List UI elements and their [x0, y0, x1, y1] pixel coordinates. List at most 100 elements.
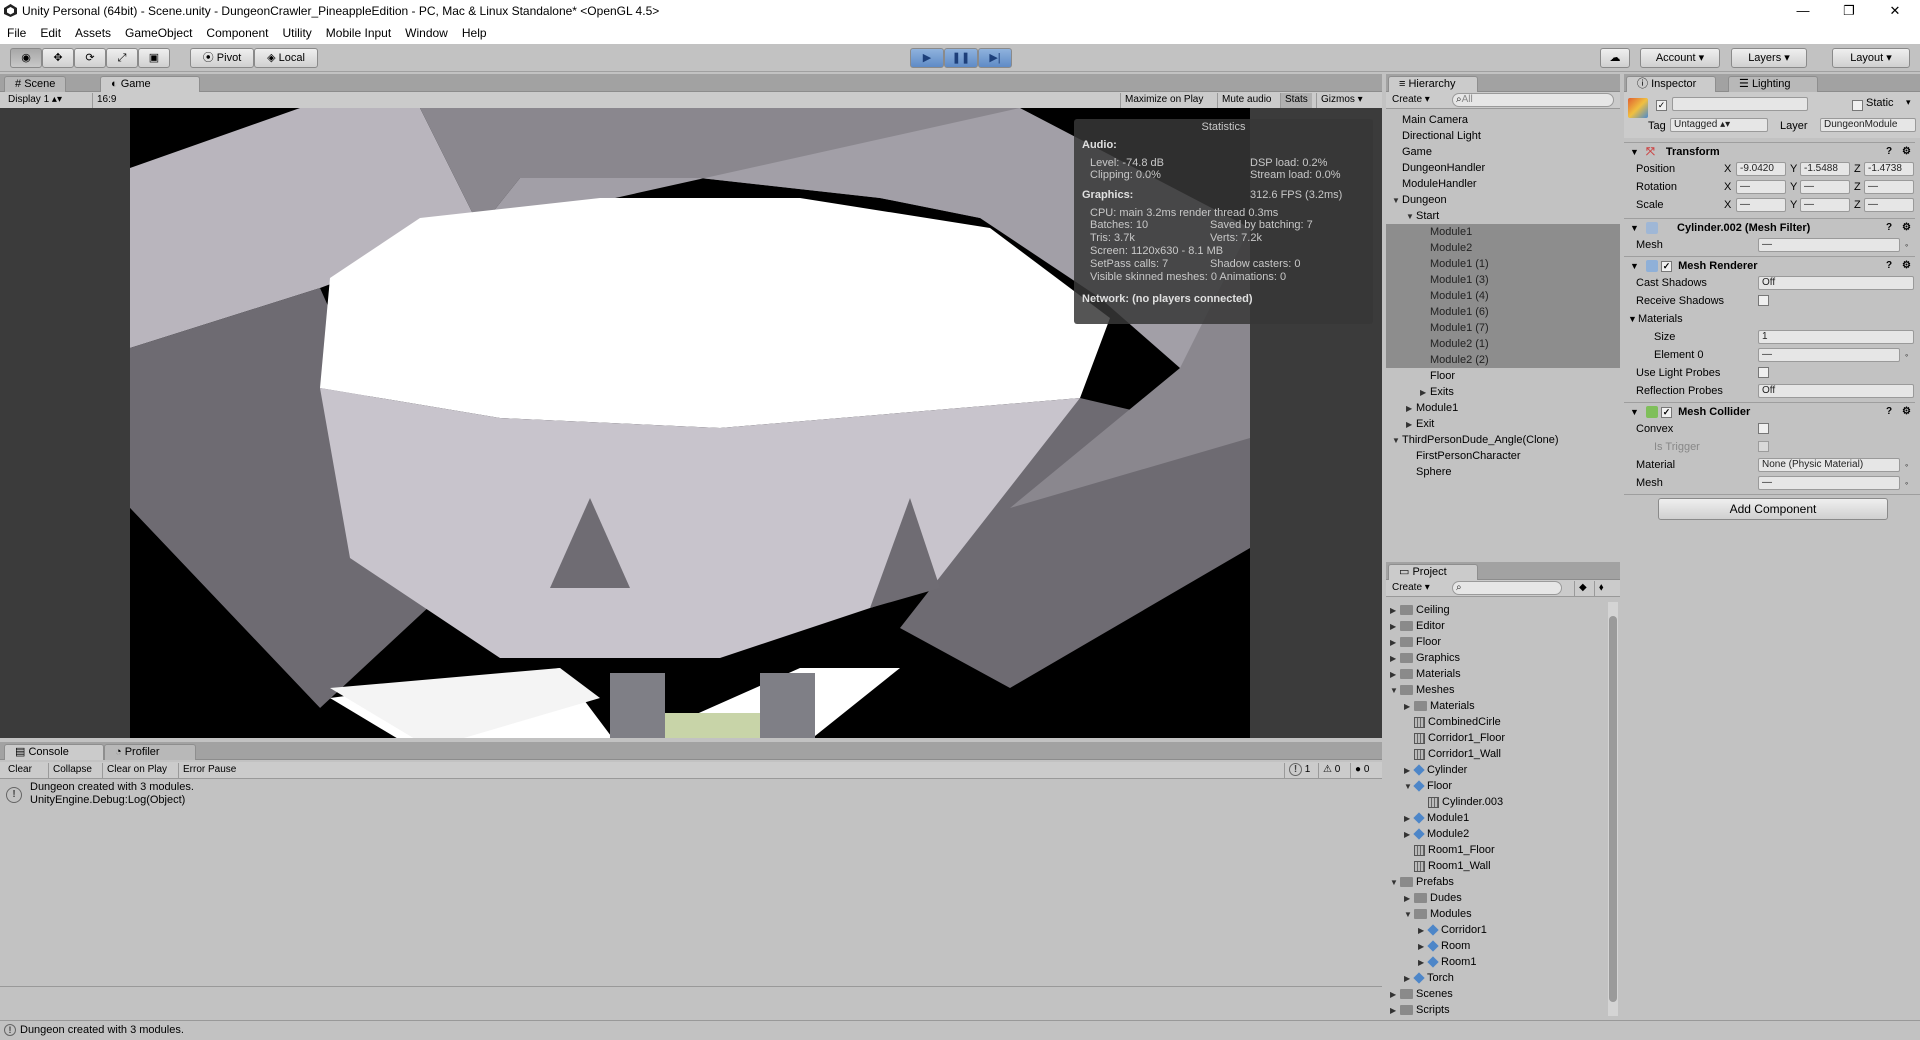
project-item[interactable]: ▶ Materials [1386, 666, 1461, 682]
collapsed-triangle-icon[interactable]: ▶ [1406, 401, 1416, 417]
hierarchy-item[interactable]: ▼ Start [1386, 208, 1620, 224]
layout-dropdown[interactable]: Layout ▾ [1832, 48, 1910, 68]
menu-file[interactable]: File [0, 22, 33, 44]
gizmos-dropdown[interactable]: Gizmos ▾ [1316, 93, 1367, 108]
scale-z-field[interactable]: — [1864, 198, 1914, 212]
stats-toggle[interactable]: Stats [1280, 93, 1312, 108]
status-bar[interactable]: ! Dungeon created with 3 modules. [0, 1020, 1920, 1040]
tab-console[interactable]: ▤ Console [4, 744, 104, 760]
light-probes-checkbox[interactable] [1758, 367, 1769, 378]
tab-inspector[interactable]: ⓘ Inspector [1626, 76, 1716, 92]
rotation-y-field[interactable]: — [1800, 180, 1850, 194]
project-item[interactable]: ▶ Module2 [1386, 826, 1469, 842]
collapsed-triangle-icon[interactable]: ▶ [1390, 987, 1400, 1003]
project-item[interactable]: ▶ Floor [1386, 634, 1441, 650]
hierarchy-item[interactable]: Module2 [1386, 240, 1620, 256]
menu-mobile-input[interactable]: Mobile Input [319, 22, 398, 44]
menu-gameobject[interactable]: GameObject [118, 22, 199, 44]
gear-icon[interactable]: ⚙ [1902, 257, 1911, 275]
hierarchy-item[interactable]: Floor [1386, 368, 1620, 384]
collapsed-triangle-icon[interactable]: ▶ [1404, 891, 1414, 907]
tab-game[interactable]: ◐ Game [100, 76, 200, 92]
collapsed-triangle-icon[interactable]: ▶ [1406, 417, 1416, 433]
position-x-field[interactable]: -9.0420 [1736, 162, 1786, 176]
collapsed-triangle-icon[interactable]: ▶ [1390, 635, 1400, 651]
gear-icon[interactable]: ⚙ [1902, 219, 1911, 237]
tab-project[interactable]: ▭ Project [1388, 564, 1478, 580]
project-item[interactable]: ▶ Corridor1 [1386, 922, 1487, 938]
object-picker-icon[interactable]: ◦ [1905, 346, 1908, 364]
object-picker-icon[interactable]: ◦ [1905, 236, 1908, 254]
rotate-tool-button[interactable]: ⟳ [74, 48, 106, 68]
mesh-filter-header[interactable]: ▼ Cylinder.002 (Mesh Filter) ? ⚙ [1624, 218, 1915, 236]
help-icon[interactable]: ? [1886, 219, 1892, 237]
mesh-collider-header[interactable]: ▼ Mesh Collider ? ⚙ [1624, 402, 1915, 420]
project-item[interactable]: Corridor1_Wall [1386, 746, 1501, 762]
project-scroll-thumb[interactable] [1609, 616, 1617, 1002]
filter-by-label-button[interactable]: ⬧ [1594, 581, 1608, 596]
expanded-triangle-icon[interactable]: ▼ [1404, 907, 1414, 923]
tag-dropdown[interactable]: Untagged ▴▾ [1670, 118, 1768, 132]
cast-shadows-dropdown[interactable]: Off [1758, 276, 1914, 290]
display-dropdown[interactable]: Display 1 ▴▾ [4, 93, 86, 108]
mesh-collider-enabled-checkbox[interactable] [1661, 406, 1673, 418]
account-dropdown[interactable]: Account ▾ [1640, 48, 1720, 68]
menu-help[interactable]: Help [455, 22, 494, 44]
mesh-renderer-header[interactable]: ▼ Mesh Renderer ? ⚙ [1624, 256, 1915, 274]
hierarchy-item[interactable]: Game [1386, 144, 1620, 160]
transform-header[interactable]: ▼ ⤧ Transform ? ⚙ [1624, 142, 1915, 160]
console-log[interactable]: ! Dungeon created with 3 modules. UnityE… [0, 781, 1382, 1016]
tab-hierarchy[interactable]: ≡ Hierarchy [1388, 76, 1478, 92]
tab-lighting[interactable]: ☰ Lighting [1728, 76, 1818, 92]
active-checkbox[interactable] [1656, 100, 1667, 111]
project-item[interactable]: ▶ Scenes [1386, 986, 1453, 1002]
rotation-x-field[interactable]: — [1736, 180, 1786, 194]
hierarchy-item[interactable]: ▶ Module1 [1386, 400, 1620, 416]
help-icon[interactable]: ? [1886, 257, 1892, 275]
hierarchy-item[interactable]: Module1 (7) [1386, 320, 1620, 336]
element0-field[interactable]: — [1758, 348, 1900, 362]
collapsed-triangle-icon[interactable]: ▶ [1404, 971, 1414, 987]
menu-edit[interactable]: Edit [33, 22, 68, 44]
collapsed-triangle-icon[interactable]: ▶ [1418, 939, 1428, 955]
project-item[interactable]: Corridor1_Floor [1386, 730, 1505, 746]
hierarchy-item[interactable]: ▼ ThirdPersonDude_Angle(Clone) [1386, 432, 1620, 448]
collapsed-triangle-icon[interactable]: ▶ [1404, 763, 1414, 779]
aspect-dropdown[interactable]: 16:9 [92, 93, 250, 108]
collapsed-triangle-icon[interactable]: ▶ [1390, 619, 1400, 635]
menu-assets[interactable]: Assets [68, 22, 118, 44]
project-item[interactable]: ▶ Module1 [1386, 810, 1469, 826]
warning-count-toggle[interactable]: ⚠ 0 [1318, 763, 1344, 778]
project-item[interactable]: CombinedCirle [1386, 714, 1501, 730]
project-item[interactable]: ▶ Ceiling [1386, 602, 1450, 618]
collapsed-triangle-icon[interactable]: ▶ [1390, 667, 1400, 683]
collider-mesh-field[interactable]: — [1758, 476, 1900, 490]
project-item[interactable]: ▶ Editor [1386, 618, 1445, 634]
position-z-field[interactable]: -1.4738 [1864, 162, 1914, 176]
layers-dropdown[interactable]: Layers ▾ [1731, 48, 1807, 68]
step-button[interactable]: ▶| [978, 48, 1012, 68]
project-item[interactable]: ▶ Scripts [1386, 1002, 1450, 1018]
layer-dropdown[interactable]: DungeonModule [1820, 118, 1916, 132]
project-item[interactable]: ▼ Floor [1386, 778, 1452, 794]
tab-profiler[interactable]: ◔ Profiler [104, 744, 196, 760]
collapsed-triangle-icon[interactable]: ▶ [1404, 827, 1414, 843]
collapsed-triangle-icon[interactable]: ▶ [1404, 811, 1414, 827]
log-entry[interactable]: ! Dungeon created with 3 modules. UnityE… [6, 781, 1376, 811]
hierarchy-item[interactable]: DungeonHandler [1386, 160, 1620, 176]
materials-row[interactable]: ▼ Materials [1624, 310, 1915, 328]
hierarchy-item[interactable]: ▶ Exits [1386, 384, 1620, 400]
maximize-on-play-toggle[interactable]: Maximize on Play [1120, 93, 1207, 108]
collapsed-triangle-icon[interactable]: ▶ [1404, 699, 1414, 715]
expanded-triangle-icon[interactable]: ▼ [1404, 779, 1414, 795]
hierarchy-item[interactable]: FirstPersonCharacter [1386, 448, 1620, 464]
project-search-input[interactable]: ⌕ [1452, 581, 1562, 595]
tab-scene[interactable]: # Scene [4, 76, 67, 92]
static-checkbox[interactable] [1852, 100, 1863, 111]
project-item[interactable]: ▼ Prefabs [1386, 874, 1454, 890]
reflection-probes-dropdown[interactable]: Off [1758, 384, 1914, 398]
menu-window[interactable]: Window [398, 22, 455, 44]
project-item[interactable]: Cylinder.003 [1386, 794, 1503, 810]
scale-tool-button[interactable]: ⤢ [106, 48, 138, 68]
hierarchy-item[interactable]: Sphere [1386, 464, 1620, 480]
